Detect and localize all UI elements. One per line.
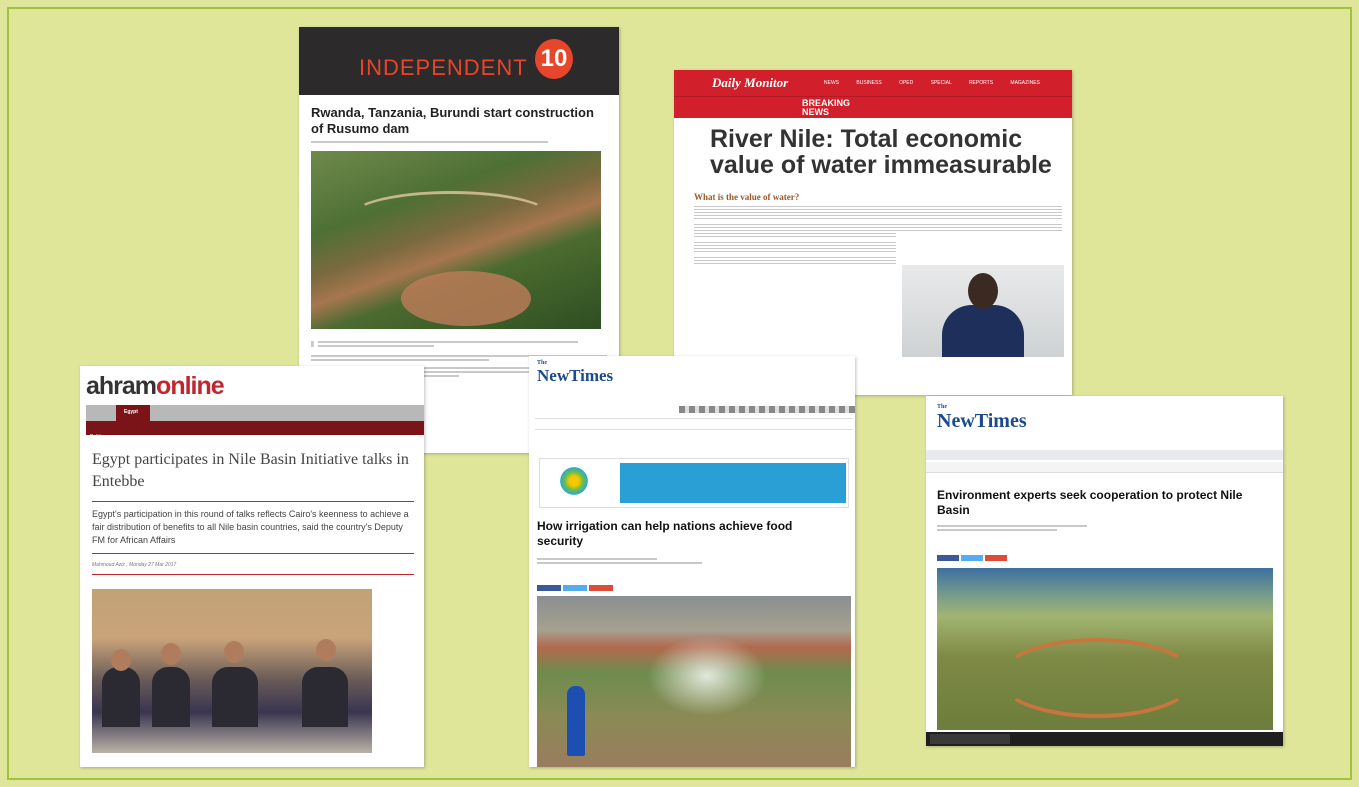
independent-masthead: INDEPENDENT 10 <box>299 27 619 95</box>
share-buttons <box>537 578 847 591</box>
ahram-logo: ahramonline <box>86 372 225 400</box>
ahram-tabs: Egypt <box>86 405 424 421</box>
taskbar-search[interactable] <box>930 734 1010 744</box>
browser-tabs <box>926 450 1283 460</box>
river-aerial-photo <box>937 568 1273 730</box>
ahram-section-bar: Politics <box>86 421 424 440</box>
newtimes-nile-clipping: The NewTimes Environment experts seek coo… <box>926 396 1283 746</box>
browser-url-bar <box>926 462 1283 473</box>
share-buttons <box>937 548 1272 561</box>
section-label: Politics <box>90 434 106 440</box>
independent-logo: INDEPENDENT <box>359 55 528 80</box>
delegation-photo <box>92 589 372 753</box>
ahram-byline: Mahmoud Aziz , Monday 27 Mar 2017 <box>92 562 177 568</box>
advert-banner <box>539 458 849 508</box>
newtimes-nav <box>535 418 853 430</box>
windows-taskbar <box>926 732 1283 746</box>
monitor-topbar: Daily Monitor NEWS BUSINESS OPED SPECIAL… <box>674 70 1072 96</box>
breaking-news-bar: BREAKING NEWS <box>674 96 1072 118</box>
nile-basin-headline: Environment experts seek cooperation to … <box>937 488 1243 517</box>
monitor-nav: NEWS BUSINESS OPED SPECIAL REPORTS MAGAZ… <box>824 80 1040 86</box>
official-portrait <box>902 265 1064 357</box>
ahram-lead: Egypt's participation in this round of t… <box>92 509 409 545</box>
monitor-logo: Daily Monitor <box>712 75 789 90</box>
article-meta <box>937 523 1237 533</box>
article-meta <box>537 556 837 566</box>
newtimes-logo: The NewTimes <box>537 360 614 385</box>
breaking-label: BREAKING NEWS <box>802 98 851 117</box>
monitor-body-text <box>694 206 1062 264</box>
independent-headline: Rwanda, Tanzania, Burundi start construc… <box>311 105 594 136</box>
newtimes-irrigation-clipping: The NewTimes How irrigation can help nati… <box>529 356 855 767</box>
article-meta <box>311 141 607 143</box>
monitor-headline: River Nile: Total economic value of wate… <box>710 125 1052 179</box>
anniversary-badge: 10 <box>535 39 573 79</box>
newtimes-logo: The NewTimes <box>937 404 1027 432</box>
irrigation-headline: How irrigation can help nations achieve … <box>537 519 793 548</box>
daily-monitor-clipping: Daily Monitor NEWS BUSINESS OPED SPECIAL… <box>674 70 1072 395</box>
irrigation-photo <box>537 596 851 767</box>
rusumo-dam-photo <box>311 151 601 329</box>
ahram-online-clipping: ahramonline Egypt Politics Egypt partici… <box>80 366 424 767</box>
monitor-subhead: What is the value of water? <box>694 192 800 202</box>
ahram-headline: Egypt participates in Nile Basin Initiat… <box>92 451 409 490</box>
photo-caption <box>311 341 607 347</box>
tab-egypt: Egypt <box>124 409 138 415</box>
